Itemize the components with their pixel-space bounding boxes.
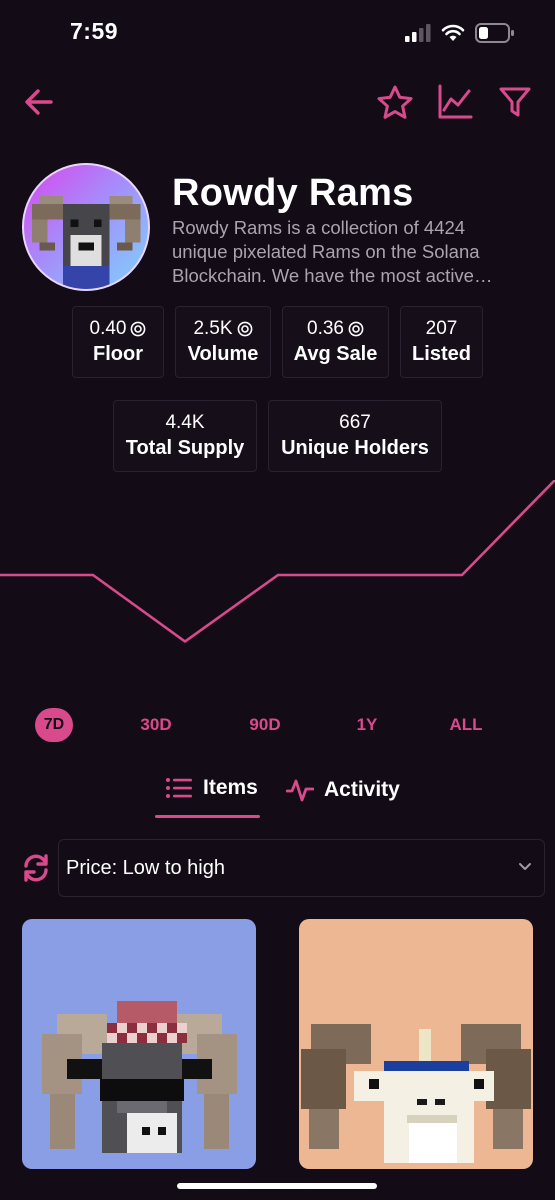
- filter-button[interactable]: [493, 80, 537, 124]
- battery-icon: [475, 23, 514, 43]
- price-chart: [0, 480, 555, 643]
- tab-activity[interactable]: Activity: [286, 776, 400, 804]
- status-time: 7:59: [70, 18, 119, 44]
- sol-currency-icon: [348, 321, 364, 337]
- stat-avg-sale: 0.36 Avg Sale: [282, 306, 389, 378]
- nft-card[interactable]: [299, 919, 533, 1169]
- ram-nft-image: [42, 1001, 237, 1153]
- wifi-icon: [441, 24, 465, 41]
- active-tab-indicator: [155, 815, 260, 818]
- sort-select[interactable]: Price: Low to high: [58, 839, 545, 897]
- listed-label: Listed: [412, 343, 471, 365]
- price-series-line: [0, 480, 555, 643]
- ram-nft-image: [301, 1024, 531, 1163]
- sort-value: Price: Low to high: [66, 856, 225, 879]
- collection-title: Rowdy Rams: [172, 172, 414, 214]
- sol-currency-icon: [131, 321, 146, 337]
- list-icon: [166, 778, 192, 798]
- sol-currency-icon: [237, 321, 252, 337]
- volume-label: Volume: [187, 343, 259, 365]
- listed-value: 207: [425, 318, 458, 339]
- range-7d-button[interactable]: 7D: [35, 708, 73, 742]
- stat-floor: 0.40 Floor: [72, 306, 164, 378]
- collection-description: Rowdy Rams is a collection of 4424 uniqu…: [172, 217, 480, 286]
- avg-sale-value: 0.36: [307, 318, 344, 339]
- stat-unique-holders: 667 Unique Holders: [268, 400, 442, 472]
- tab-items-label: Items: [203, 776, 258, 799]
- range-all-button[interactable]: ALL: [442, 715, 490, 735]
- stat-volume: 2.5K Volume: [175, 306, 271, 378]
- chevron-down-icon: [519, 863, 531, 870]
- nft-card[interactable]: [22, 919, 256, 1169]
- stat-total-supply: 4.4K Total Supply: [113, 400, 257, 472]
- status-icons: [405, 20, 515, 46]
- stats-button[interactable]: [433, 80, 477, 124]
- back-button[interactable]: [17, 80, 61, 124]
- home-indicator: [177, 1183, 377, 1189]
- activity-icon: [286, 779, 314, 802]
- tab-items[interactable]: Items: [165, 776, 258, 800]
- volume-value: 2.5K: [193, 318, 233, 339]
- floor-label: Floor: [93, 343, 143, 365]
- favorite-button[interactable]: [373, 81, 417, 125]
- total-supply-label: Total Supply: [125, 437, 245, 459]
- line-chart-icon: [438, 84, 473, 119]
- range-1y-button[interactable]: 1Y: [346, 715, 388, 735]
- star-icon: [377, 85, 413, 119]
- total-supply-value: 4.4K: [165, 412, 205, 433]
- cellular-signal-icon: [405, 24, 431, 42]
- arrow-left-icon: [25, 89, 53, 115]
- ram-avatar-image: [31, 196, 141, 289]
- stat-listed: 207 Listed: [400, 306, 483, 378]
- avg-sale-label: Avg Sale: [293, 343, 378, 365]
- unique-holders-value: 667: [339, 412, 371, 433]
- collection-avatar: [22, 163, 150, 291]
- filter-icon: [499, 87, 531, 117]
- floor-value: 0.40: [89, 318, 127, 339]
- refresh-icon: [24, 854, 48, 882]
- refresh-button[interactable]: [14, 846, 58, 890]
- tab-activity-label: Activity: [324, 778, 400, 801]
- unique-holders-label: Unique Holders: [281, 437, 429, 459]
- range-90d-button[interactable]: 90D: [239, 715, 291, 735]
- range-30d-button[interactable]: 30D: [130, 715, 182, 735]
